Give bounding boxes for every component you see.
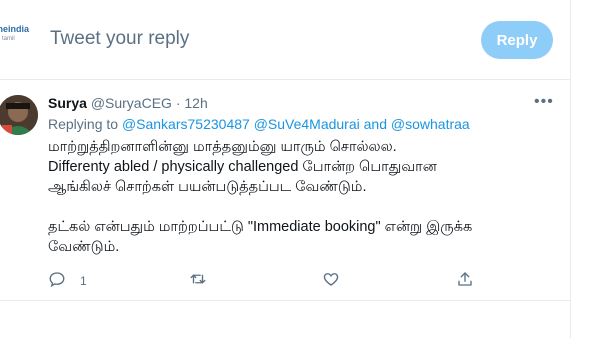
retweet-action[interactable] [189,270,207,291]
tweet-line: வேண்டும். [48,239,120,255]
retweet-icon[interactable] [189,270,207,291]
mention-link[interactable]: @Sankars75230487 [122,116,250,132]
tweet-line: Differenty abled / physically challenged… [48,159,437,175]
reply-action[interactable]: 1 [48,270,87,291]
tweet-line: மாற்றுத்திறனாளின்னு மாத்தனும்னு யாரும் ச… [48,139,397,155]
reply-count: 1 [80,273,87,288]
tweet[interactable]: Surya @SuryaCEG · 12h ••• Replying to @S… [0,81,570,301]
share-action[interactable] [456,270,474,291]
avatar[interactable] [0,95,38,135]
heart-icon[interactable] [322,270,340,291]
reply-button[interactable]: Reply [481,21,553,59]
tweet-line: தட்கல் என்பதும் மாற்றப்பட்டு "Immediate … [48,219,473,235]
column-divider [570,0,571,338]
tweet-text: மாற்றுத்திறனாளின்னு மாத்தனும்னு யாரும் ச… [48,137,553,257]
and-text: and [363,116,387,132]
tweet-reply-input[interactable]: Tweet your reply [50,28,189,50]
author-handle[interactable]: @SuryaCEG [91,95,172,111]
tweet-line: ஆங்கிலச் சொற்கள் பயன்படுத்தப்பட வேண்டும்… [48,179,367,195]
oneindia-logo: oneindia tamil [0,24,30,42]
separator: · [175,95,181,111]
share-icon[interactable] [456,270,474,291]
tweet-actions: 1 [48,270,488,292]
more-horizontal-icon[interactable]: ••• [534,93,554,111]
tweet-time[interactable]: 12h [184,95,207,111]
mention-link[interactable]: @SuVe4Madurai [254,116,360,132]
tweet-header: Surya @SuryaCEG · 12h [48,95,208,111]
author-name[interactable]: Surya [48,95,87,111]
reply-composer: oneindia tamil Tweet your reply Reply [0,0,570,80]
replying-to: Replying to @Sankars75230487 @SuVe4Madur… [48,116,470,132]
mention-link[interactable]: @sowhatraa [391,116,470,132]
reply-icon[interactable] [48,270,66,291]
like-action[interactable] [322,270,340,291]
